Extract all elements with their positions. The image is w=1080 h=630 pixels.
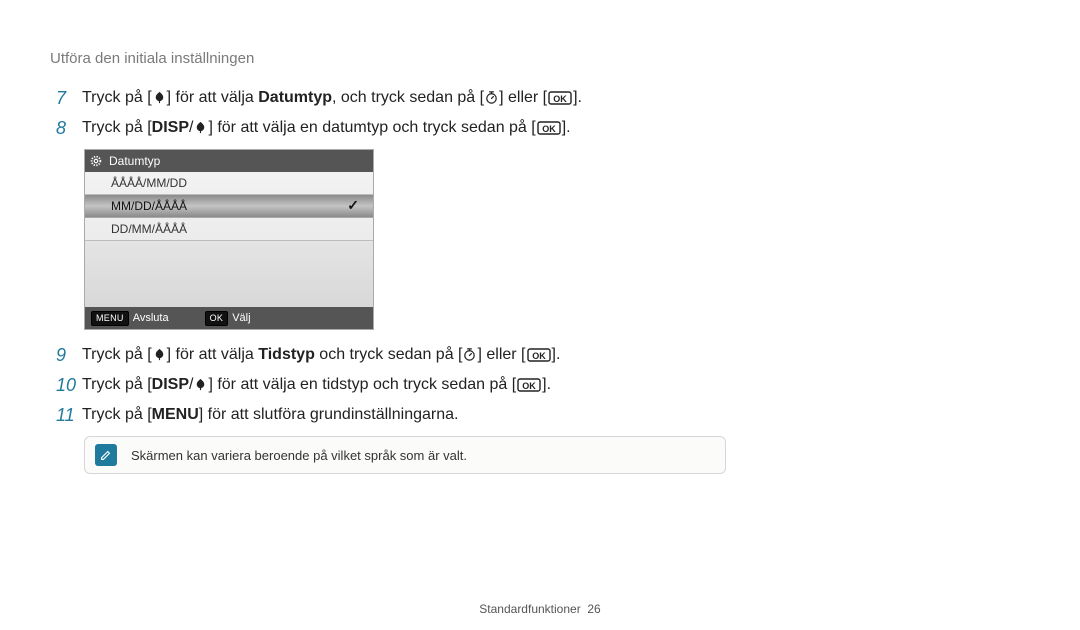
ok-icon	[536, 121, 562, 135]
ok-icon	[516, 378, 542, 392]
step-text: Tryck på [MENU] för att slutföra grundin…	[82, 404, 458, 426]
select-label: Välj	[232, 312, 250, 324]
page-footer: Standardfunktioner 26	[0, 602, 1080, 616]
panel-header: Datumtyp	[85, 150, 373, 172]
timer-icon	[484, 90, 499, 105]
panel-empty-area	[85, 241, 373, 307]
step-9: 9 Tryck på [] för att välja Tidstyp och …	[56, 344, 1030, 366]
pencil-icon	[95, 444, 117, 466]
macro-icon	[193, 120, 208, 135]
step-text: Tryck på [DISP/] för att välja en tidsty…	[82, 374, 551, 396]
step-text: Tryck på [DISP/] för att välja en datumt…	[82, 117, 571, 139]
page-title: Utföra den initiala inställningen	[50, 50, 1030, 67]
ok-key: OK	[205, 311, 229, 326]
panel-title: Datumtyp	[107, 154, 160, 168]
step-number: 10	[56, 374, 82, 396]
page-number: 26	[587, 602, 600, 616]
option-yyyy-mm-dd[interactable]: ÅÅÅÅ/MM/DD	[85, 172, 373, 195]
option-mm-dd-yyyy[interactable]: MM/DD/ÅÅÅÅ✓	[85, 195, 373, 218]
step-text: Tryck på [] för att välja Datumtyp, och …	[82, 87, 582, 109]
manual-page: Utföra den initiala inställningen 7 Tryc…	[0, 0, 1080, 630]
macro-icon	[193, 377, 208, 392]
step-number: 11	[56, 404, 82, 426]
footer-section: Standardfunktioner	[479, 602, 580, 616]
step-number: 8	[56, 117, 82, 139]
step-number: 9	[56, 344, 82, 366]
ok-icon	[547, 91, 573, 105]
step-8: 8 Tryck på [DISP/] för att välja en datu…	[56, 117, 1030, 139]
menu-key: MENU	[91, 311, 129, 326]
step-10: 10 Tryck på [DISP/] för att välja en tid…	[56, 374, 1030, 396]
step-text: Tryck på [] för att välja Tidstyp och tr…	[82, 344, 560, 366]
disp-label: DISP	[152, 376, 189, 393]
step-11: 11 Tryck på [MENU] för att slutföra grun…	[56, 404, 1030, 426]
macro-icon	[152, 90, 167, 105]
timer-icon	[462, 347, 477, 362]
check-icon: ✓	[347, 197, 359, 214]
disp-label: DISP	[152, 119, 189, 136]
exit-label: Avsluta	[133, 312, 169, 324]
note-text: Skärmen kan variera beroende på vilket s…	[131, 448, 467, 463]
info-note: Skärmen kan variera beroende på vilket s…	[84, 436, 726, 474]
ok-icon	[526, 348, 552, 362]
panel-footer: MENU Avsluta OK Välj	[85, 307, 373, 329]
macro-icon	[152, 347, 167, 362]
menu-label: MENU	[152, 406, 199, 423]
panel-options: ÅÅÅÅ/MM/DD MM/DD/ÅÅÅÅ✓ DD/MM/ÅÅÅÅ	[85, 172, 373, 307]
gear-icon	[85, 154, 107, 168]
option-dd-mm-yyyy[interactable]: DD/MM/ÅÅÅÅ	[85, 218, 373, 241]
step-7: 7 Tryck på [] för att välja Datumtyp, oc…	[56, 87, 1030, 109]
steps-list: 7 Tryck på [] för att välja Datumtyp, oc…	[56, 87, 1030, 474]
date-type-panel: Datumtyp ÅÅÅÅ/MM/DD MM/DD/ÅÅÅÅ✓ DD/MM/ÅÅ…	[84, 149, 374, 330]
step-number: 7	[56, 87, 82, 109]
